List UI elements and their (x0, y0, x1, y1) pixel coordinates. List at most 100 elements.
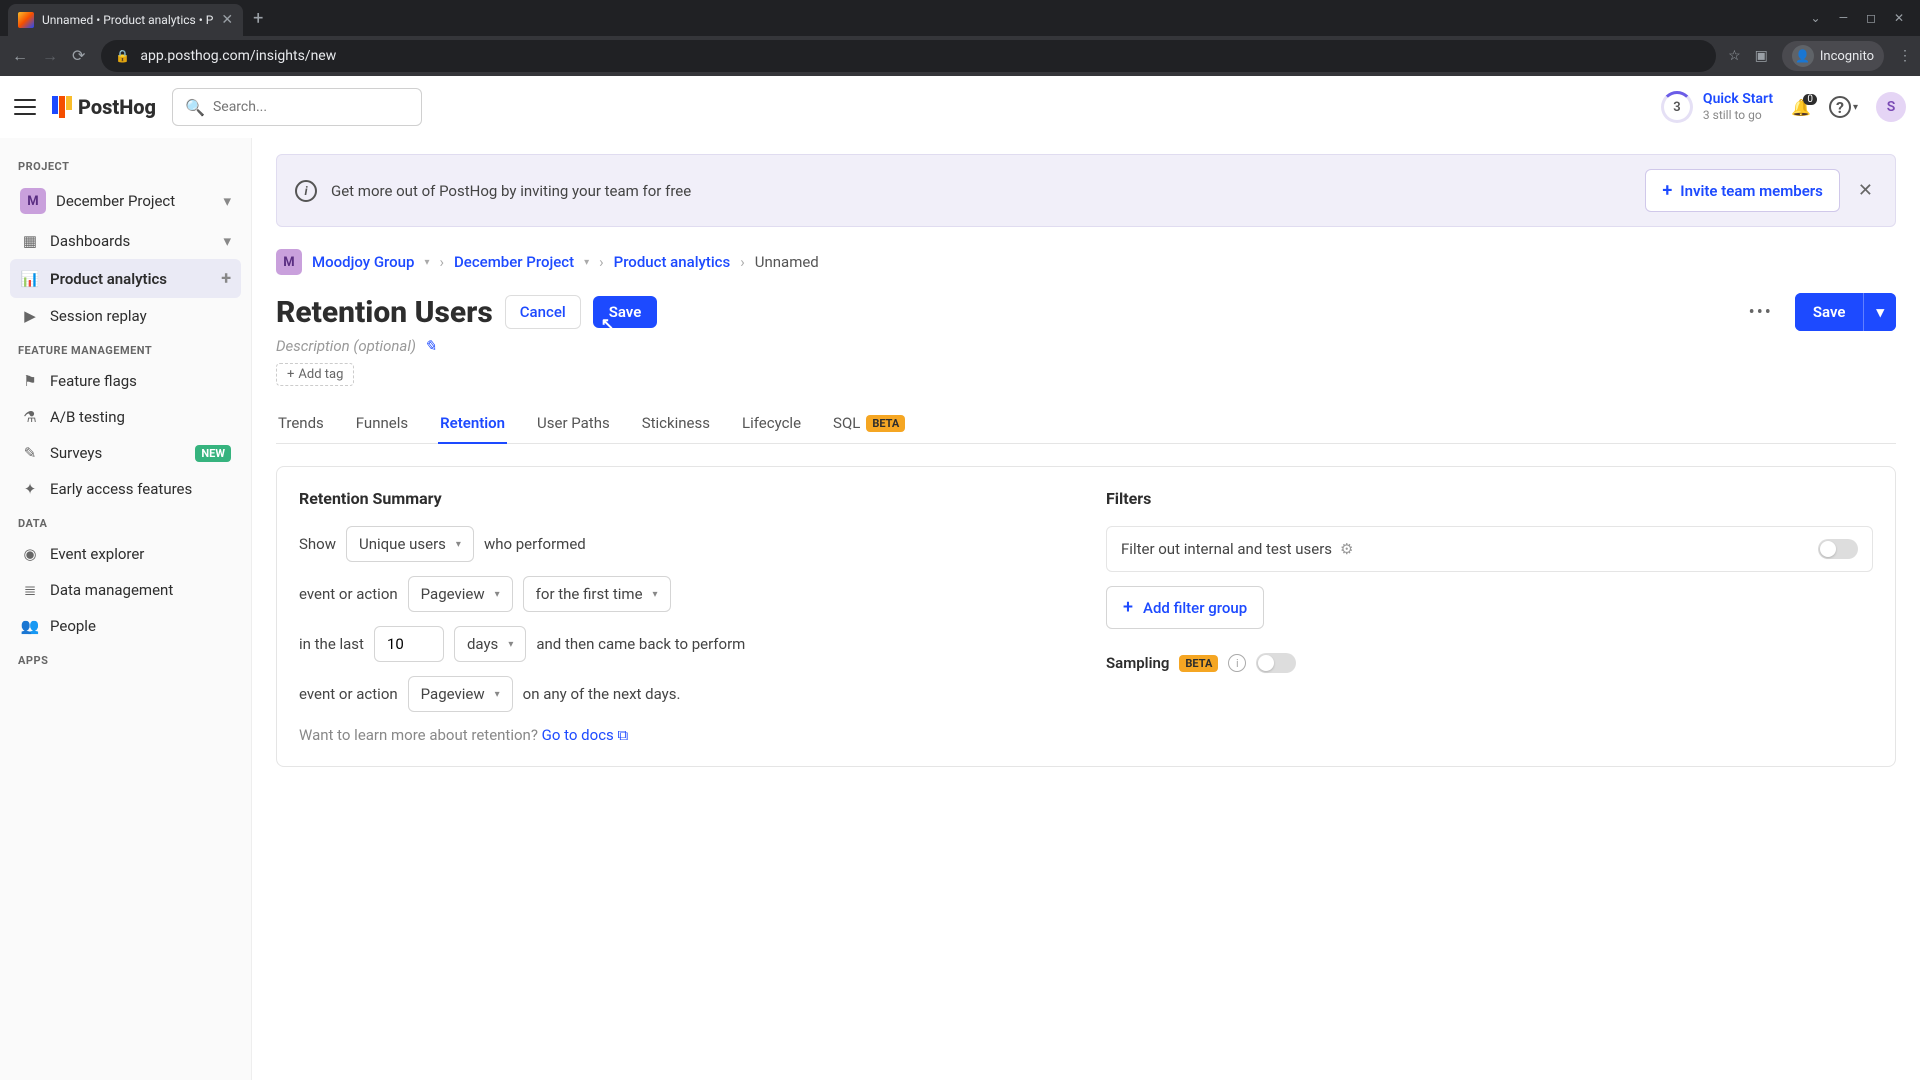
period-count-input[interactable] (374, 626, 444, 662)
live-icon: ◉ (20, 545, 40, 563)
info-icon[interactable]: i (1228, 654, 1246, 672)
tab-sql[interactable]: SQL BETA (831, 404, 907, 444)
lock-icon: 🔒 (115, 49, 130, 63)
chevron-right-icon: › (439, 253, 444, 271)
browser-tab[interactable]: Unnamed • Product analytics • P ✕ (8, 4, 243, 36)
plus-icon[interactable]: + (221, 268, 231, 289)
description-field[interactable]: Description (optional) ✎ (276, 337, 1896, 355)
tab-stickiness[interactable]: Stickiness (640, 404, 712, 444)
flask-icon: ⚗ (20, 408, 40, 426)
sidebar-item-surveys[interactable]: ✎ Surveys NEW (10, 435, 241, 471)
config-panel: Retention Summary Show Unique users ▾ wh… (276, 466, 1896, 767)
docs-link[interactable]: Go to docs ⧉ (542, 726, 629, 744)
first-time-dropdown[interactable]: for the first time ▾ (523, 576, 671, 612)
new-badge: NEW (195, 445, 231, 462)
project-name: December Project (56, 192, 175, 210)
breadcrumb-org[interactable]: Moodjoy Group (312, 253, 414, 271)
insight-tabs: Trends Funnels Retention User Paths Stic… (276, 404, 1896, 444)
menu-toggle-icon[interactable] (14, 99, 36, 115)
help-icon: ? (1829, 96, 1851, 118)
filters-heading: Filters (1106, 489, 1873, 508)
notifications-button[interactable]: 🔔 0 (1791, 98, 1811, 117)
quickstart-widget[interactable]: 3 Quick Start 3 still to go (1661, 91, 1773, 123)
title-row: Retention Users Cancel Save ↖ ••• Save ▾ (276, 293, 1896, 331)
database-icon: ≣ (20, 581, 40, 599)
new-tab-button[interactable]: + (243, 8, 273, 29)
filters-column: Filters Filter out internal and test use… (1106, 489, 1873, 744)
internal-users-toggle[interactable] (1818, 539, 1858, 559)
plus-icon: + (1123, 597, 1133, 618)
posthog-logo[interactable]: PostHog (52, 95, 156, 119)
bookmark-icon[interactable]: ☆ (1728, 48, 1741, 64)
url-input[interactable]: 🔒 app.posthog.com/insights/new (101, 40, 1716, 72)
beta-badge: BETA (866, 415, 905, 432)
tab-user-paths[interactable]: User Paths (535, 404, 612, 444)
save-button[interactable]: Save (1795, 293, 1864, 331)
sidebar-item-event-explorer[interactable]: ◉ Event explorer (10, 536, 241, 572)
retention-summary-column: Retention Summary Show Unique users ▾ wh… (299, 489, 1066, 744)
survey-icon: ✎ (20, 444, 40, 462)
info-icon: i (295, 180, 317, 202)
chevron-down-icon[interactable]: ⌄ (1811, 11, 1821, 25)
sidebar-item-data-management[interactable]: ≣ Data management (10, 572, 241, 608)
tab-funnels[interactable]: Funnels (354, 404, 410, 444)
tab-lifecycle[interactable]: Lifecycle (740, 404, 803, 444)
extensions-icon[interactable]: ▣ (1755, 48, 1768, 64)
event1-dropdown[interactable]: Pageview ▾ (408, 576, 513, 612)
page-title[interactable]: Retention Users (276, 295, 493, 330)
logo-mark-icon (52, 96, 72, 118)
sidebar-item-early-access[interactable]: ✦ Early access features (10, 471, 241, 507)
sidebar-item-product-analytics[interactable]: 📊 Product analytics + (10, 259, 241, 298)
tab-trends[interactable]: Trends (276, 404, 326, 444)
user-avatar[interactable]: S (1876, 92, 1906, 122)
sidebar-project-selector[interactable]: M December Project ▾ (10, 179, 241, 223)
event2-dropdown[interactable]: Pageview ▾ (408, 676, 513, 712)
sampling-toggle[interactable] (1256, 653, 1296, 673)
save-dropdown-button[interactable]: ▾ (1863, 293, 1896, 331)
tab-title: Unnamed • Product analytics • P (42, 13, 213, 27)
cancel-button[interactable]: Cancel (505, 295, 581, 329)
caret-down-icon[interactable]: ▾ (584, 257, 589, 268)
search-field[interactable] (213, 99, 409, 115)
reload-icon[interactable]: ⟳ (72, 46, 85, 66)
sidebar-item-ab-testing[interactable]: ⚗ A/B testing (10, 399, 241, 435)
tab-close-icon[interactable]: ✕ (221, 12, 233, 28)
internal-users-filter: Filter out internal and test users ⚙ (1106, 526, 1873, 572)
caret-down-icon: ▾ (456, 539, 461, 550)
section-label-apps: APPS (10, 644, 241, 673)
invite-team-button[interactable]: + Invite team members (1645, 169, 1840, 212)
gear-icon[interactable]: ⚙ (1340, 540, 1353, 558)
caret-down-icon: ▾ (508, 639, 513, 650)
browser-tab-bar: Unnamed • Product analytics • P ✕ + ⌄ ― … (0, 0, 1920, 36)
add-tag-button[interactable]: + Add tag (276, 363, 354, 386)
sidebar-item-feature-flags[interactable]: ⚑ Feature flags (10, 363, 241, 399)
sampling-row: Sampling BETA i (1106, 653, 1873, 673)
quickstart-subtitle: 3 still to go (1703, 108, 1773, 122)
save-inline-button[interactable]: Save ↖ (593, 296, 658, 328)
search-input[interactable]: 🔍 (172, 88, 422, 126)
add-filter-group-button[interactable]: + Add filter group (1106, 586, 1264, 629)
caret-down-icon: ▾ (223, 192, 231, 210)
replay-icon: ▶ (20, 307, 40, 325)
help-button[interactable]: ? ▾ (1829, 96, 1858, 118)
incognito-indicator[interactable]: 👤 Incognito (1782, 41, 1884, 71)
back-icon[interactable]: ← (12, 46, 28, 66)
address-bar: ← → ⟳ 🔒 app.posthog.com/insights/new ☆ ▣… (0, 36, 1920, 76)
close-window-icon[interactable]: ✕ (1894, 11, 1904, 25)
banner-close-icon[interactable]: ✕ (1854, 180, 1877, 201)
caret-down-icon[interactable]: ▾ (424, 257, 429, 268)
more-options-button[interactable]: ••• (1739, 296, 1783, 329)
breadcrumb-section[interactable]: Product analytics (614, 253, 731, 271)
sidebar-item-session-replay[interactable]: ▶ Session replay (10, 298, 241, 334)
period-unit-dropdown[interactable]: days ▾ (454, 626, 526, 662)
breadcrumb-project[interactable]: December Project (454, 253, 574, 271)
show-dropdown[interactable]: Unique users ▾ (346, 526, 474, 562)
sidebar-item-dashboards[interactable]: ▦ Dashboards ▾ (10, 223, 241, 259)
url-text: app.posthog.com/insights/new (140, 48, 336, 64)
browser-menu-icon[interactable]: ⋮ (1898, 48, 1912, 64)
minimize-icon[interactable]: ― (1839, 11, 1848, 25)
maximize-icon[interactable]: ◻ (1866, 11, 1876, 25)
docs-prompt: Want to learn more about retention? Go t… (299, 726, 1066, 744)
tab-retention[interactable]: Retention (438, 404, 507, 444)
sidebar-item-people[interactable]: 👥 People (10, 608, 241, 644)
